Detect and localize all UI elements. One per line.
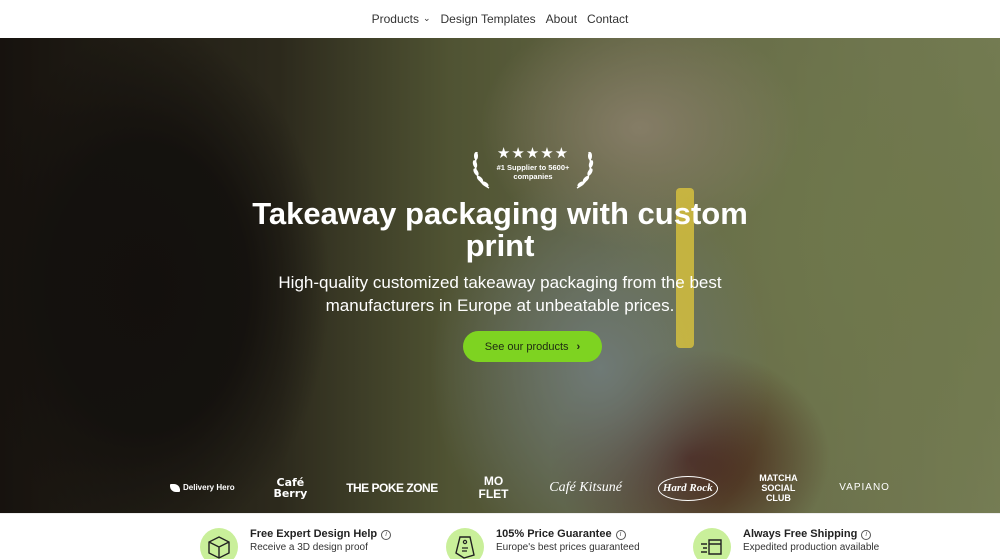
see-products-button[interactable]: See our products › xyxy=(463,331,602,362)
supplier-badge: ★★★★★ #1 Supplier to 5600+ companies xyxy=(471,146,595,190)
delivery-hero-logo: Delivery Hero xyxy=(170,484,235,492)
nav-products-label: Products xyxy=(371,12,419,26)
nav-design-templates-label: Design Templates xyxy=(440,12,536,26)
laurel-wreath-icon xyxy=(576,151,594,189)
rating-stars: ★★★★★ xyxy=(496,145,570,162)
nav-about-label: About xyxy=(545,12,578,26)
nav-contact[interactable]: Contact xyxy=(587,12,628,26)
delivery-hero-mark-icon xyxy=(170,484,180,492)
feature-description: Europe's best prices guaranteed xyxy=(496,542,640,553)
fast-shipping-box-icon xyxy=(693,528,731,559)
box-3d-icon xyxy=(200,528,238,559)
moflet-logo: MO FLET xyxy=(478,474,509,501)
feature-description: Receive a 3D design proof xyxy=(250,542,368,553)
poke-zone-logo: THE POKE ZONE xyxy=(346,481,438,495)
hero-subtitle: High-quality customized takeaway packagi… xyxy=(278,273,722,315)
matcha-social-club-logo: MATCHA SOCIAL CLUB xyxy=(759,473,798,503)
nav-contact-label: Contact xyxy=(587,12,629,26)
feature-title: Free Expert Design Help xyxy=(250,528,378,540)
client-logos: Delivery Hero Café Berry THE POKE ZONE M… xyxy=(170,468,890,508)
feature-description: Expedited production available xyxy=(743,542,880,553)
feature-price-guarantee: 105% Price Guarantee i Europe's best pric… xyxy=(446,528,640,559)
cafe-kitsune-logo: Café Kitsuné xyxy=(549,480,623,495)
feature-title: Always Free Shipping xyxy=(743,528,858,540)
vapiano-logo: VAPIANO xyxy=(839,482,890,493)
top-navigation: Products ⌄ Design Templates About Contac… xyxy=(0,0,1000,38)
laurel-wreath-icon xyxy=(472,151,490,189)
info-icon[interactable]: i xyxy=(861,529,872,540)
see-products-label: See our products xyxy=(484,340,569,353)
features-bar: Free Expert Design Help i Receive a 3D de… xyxy=(0,513,1000,559)
cafe-berry-logo: Café Berry xyxy=(273,476,308,500)
chevron-down-icon: ⌄ xyxy=(422,12,431,23)
nav-about[interactable]: About xyxy=(546,12,577,26)
hard-rock-logo: Hard Rock xyxy=(657,475,718,501)
price-tag-icon xyxy=(446,528,484,559)
info-icon[interactable]: i xyxy=(615,529,626,540)
chevron-right-icon: › xyxy=(576,340,581,353)
badge-text: #1 Supplier to 5600+ companies xyxy=(496,163,570,181)
hero-section: ★★★★★ #1 Supplier to 5600+ companies Tak… xyxy=(0,38,1000,513)
delivery-hero-logo-text: Delivery Hero xyxy=(183,483,235,492)
info-icon[interactable]: i xyxy=(381,529,392,540)
nav-design-templates[interactable]: Design Templates xyxy=(441,12,536,26)
feature-free-shipping: Always Free Shipping i Expedited producti… xyxy=(693,528,879,559)
feature-design-help: Free Expert Design Help i Receive a 3D de… xyxy=(200,528,392,559)
hero-title: Takeaway packaging with custom print xyxy=(252,196,748,263)
nav-products[interactable]: Products ⌄ xyxy=(372,12,431,26)
feature-title: 105% Price Guarantee xyxy=(496,528,612,540)
